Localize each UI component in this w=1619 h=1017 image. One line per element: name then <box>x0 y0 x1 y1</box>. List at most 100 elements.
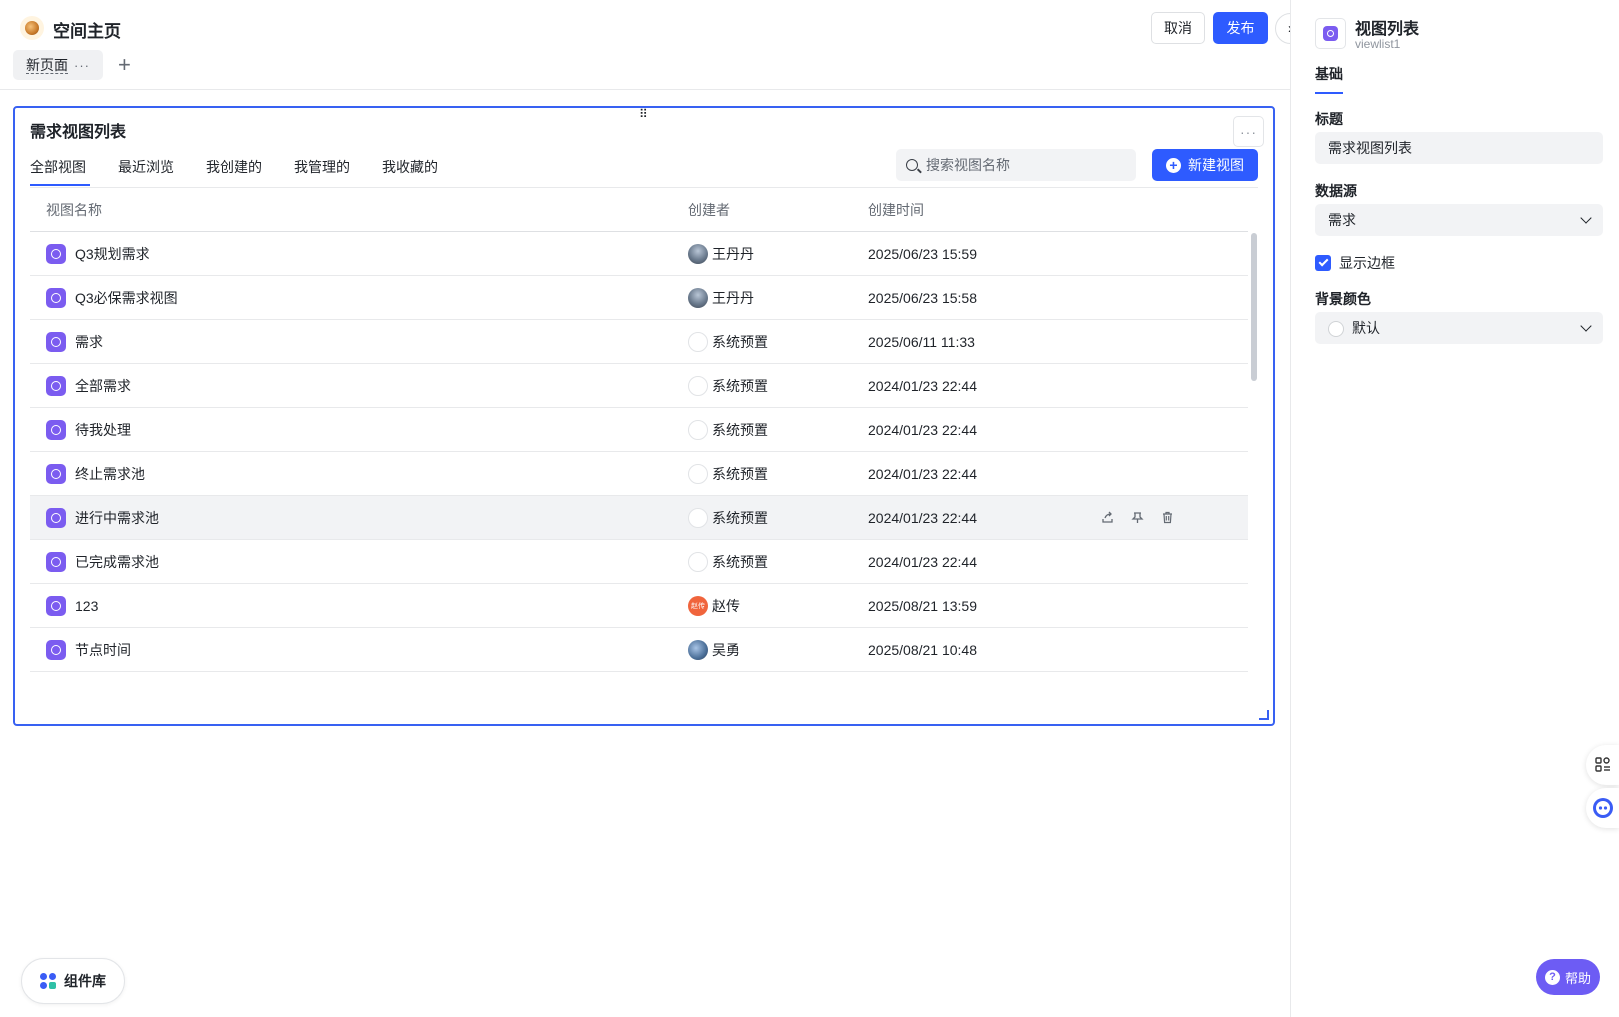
datasource-value: 需求 <box>1328 212 1356 228</box>
table-row[interactable]: 待我处理 系统预置 2024/01/23 22:44 <box>30 408 1248 452</box>
show-border-label: 显示边框 <box>1339 255 1395 271</box>
column-header-creator: 创建者 <box>688 201 730 218</box>
view-name-cell[interactable]: 需求 <box>30 331 688 352</box>
help-button[interactable]: ? 帮助 <box>1536 959 1600 995</box>
view-name-cell[interactable]: 节点时间 <box>30 639 688 660</box>
drag-handle-icon[interactable]: ⠿ <box>639 108 648 120</box>
assistant-float-button[interactable] <box>1586 788 1619 828</box>
page-tab[interactable]: 新页面 ··· <box>13 50 103 80</box>
bg-color-select[interactable]: 默认 <box>1315 312 1603 344</box>
share-icon[interactable] <box>1100 511 1114 525</box>
avatar <box>688 507 708 528</box>
publish-button[interactable]: 发布 <box>1213 12 1268 44</box>
view-name[interactable]: 终止需求池 <box>75 464 145 484</box>
card-title: 需求视图列表 <box>30 124 127 141</box>
table-row[interactable]: 全部需求 系统预置 2024/01/23 22:44 <box>30 364 1248 408</box>
table-row[interactable]: 123 赵传 赵传 2025/08/21 13:59 <box>30 584 1248 628</box>
table-scrollbar[interactable] <box>1251 233 1257 381</box>
tab-favorites[interactable]: 我收藏的 <box>382 148 438 186</box>
title-field[interactable]: 需求视图列表 <box>1315 132 1603 164</box>
view-name[interactable]: 待我处理 <box>75 420 131 440</box>
creator-name: 系统预置 <box>712 333 768 350</box>
delete-icon[interactable] <box>1160 511 1174 525</box>
new-view-label: 新建视图 <box>1188 157 1244 173</box>
title-field-label: 标题 <box>1315 111 1343 127</box>
tab-created-by-me[interactable]: 我创建的 <box>206 148 262 186</box>
creator-cell: 王丹丹 <box>688 287 868 308</box>
avatar <box>688 419 708 440</box>
column-header-name: 视图名称 <box>46 201 102 218</box>
help-icon: ? <box>1544 969 1560 985</box>
creator-name: 系统预置 <box>712 421 768 438</box>
tab-recent[interactable]: 最近浏览 <box>118 148 174 186</box>
table-row[interactable]: Q3必保需求视图 王丹丹 2025/06/23 15:58 <box>30 276 1248 320</box>
datasource-select[interactable]: 需求 <box>1315 204 1603 236</box>
tab-basic[interactable]: 基础 <box>1315 64 1343 94</box>
creator-cell: 系统预置 <box>688 551 868 572</box>
avatar: 赵传 <box>688 595 708 616</box>
creator-name: 吴勇 <box>712 641 740 658</box>
created-time: 2025/08/21 10:48 <box>868 641 977 658</box>
view-name-cell[interactable]: 进行中需求池 <box>30 507 688 528</box>
created-time: 2025/06/23 15:58 <box>868 289 977 306</box>
view-list-card[interactable]: ⠿ 需求视图列表 ··· 全部视图 最近浏览 我创建的 我管理的 我收藏的 搜索… <box>13 106 1275 726</box>
chevron-down-icon <box>1580 319 1592 332</box>
created-time: 2024/01/23 22:44 <box>868 553 977 570</box>
show-border-checkbox[interactable] <box>1315 255 1331 271</box>
view-name-cell[interactable]: 已完成需求池 <box>30 551 688 572</box>
view-name[interactable]: 全部需求 <box>75 376 131 396</box>
view-name-cell[interactable]: 123 <box>30 595 688 616</box>
search-input[interactable]: 搜索视图名称 <box>896 149 1136 181</box>
page-tab-label[interactable]: 新页面 <box>26 57 68 74</box>
view-name-cell[interactable]: 全部需求 <box>30 375 688 396</box>
view-name[interactable]: 节点时间 <box>75 640 131 660</box>
view-name-cell[interactable]: 终止需求池 <box>30 463 688 484</box>
table-row[interactable]: Q+1需求列表 2025/08/07 21:38 <box>30 672 1248 678</box>
creator-name: 赵传 <box>712 597 740 614</box>
page-tab-more-icon[interactable]: ··· <box>74 58 90 73</box>
apps-float-button[interactable] <box>1586 745 1619 785</box>
creator-cell: 系统预置 <box>688 507 868 528</box>
creator-cell: 王丹丹 <box>688 243 868 264</box>
view-name[interactable]: 需求 <box>75 332 103 352</box>
view-name-cell[interactable]: Q3规划需求 <box>30 243 688 264</box>
creator-name: 系统预置 <box>712 553 768 570</box>
table-row[interactable]: 需求 系统预置 2025/06/11 11:33 <box>30 320 1248 364</box>
view-name[interactable]: Q3规划需求 <box>75 244 150 264</box>
view-icon <box>46 463 66 484</box>
created-time: 2025/06/23 15:59 <box>868 245 977 262</box>
creator-cell: 赵传 赵传 <box>688 595 868 616</box>
add-page-icon[interactable]: + <box>118 52 131 78</box>
search-placeholder: 搜索视图名称 <box>926 157 1010 173</box>
table-row[interactable]: Q3规划需求 王丹丹 2025/06/23 15:59 <box>30 232 1248 276</box>
table-row[interactable]: 终止需求池 系统预置 2024/01/23 22:44 <box>30 452 1248 496</box>
view-name[interactable]: 已完成需求池 <box>75 552 159 572</box>
component-library-button[interactable]: 组件库 <box>21 958 125 1004</box>
view-name[interactable]: Q3必保需求视图 <box>75 288 178 308</box>
view-icon <box>46 639 66 660</box>
bg-color-label: 背景颜色 <box>1315 291 1371 307</box>
resize-handle-icon[interactable] <box>1259 710 1269 720</box>
table-row[interactable]: 节点时间 吴勇 2025/08/21 10:48 <box>30 628 1248 672</box>
view-icon <box>46 287 66 308</box>
view-name[interactable]: 进行中需求池 <box>75 508 159 528</box>
tab-all-views[interactable]: 全部视图 <box>30 148 90 186</box>
table-row[interactable]: 进行中需求池 系统预置 2024/01/23 22:44 <box>30 496 1248 540</box>
view-name[interactable]: 123 <box>75 598 98 614</box>
created-time: 2025/08/21 13:59 <box>868 597 977 614</box>
tab-managed-by-me[interactable]: 我管理的 <box>294 148 350 186</box>
row-actions <box>1088 511 1248 525</box>
view-name-cell[interactable]: 待我处理 <box>30 419 688 440</box>
creator-name: 王丹丹 <box>712 245 754 262</box>
avatar <box>688 243 708 264</box>
table-row[interactable]: 已完成需求池 系统预置 2024/01/23 22:44 <box>30 540 1248 584</box>
app: 空间主页 新页面 ··· + 取消 发布 › ⠿ 需求视图列表 ··· 全部视图… <box>0 0 1619 1017</box>
new-view-button[interactable]: + 新建视图 <box>1152 149 1258 181</box>
cancel-button[interactable]: 取消 <box>1151 12 1205 44</box>
chevron-down-icon <box>1580 211 1592 224</box>
view-name-cell[interactable]: Q3必保需求视图 <box>30 287 688 308</box>
show-border-option[interactable]: 显示边框 <box>1315 253 1395 273</box>
pin-icon[interactable] <box>1130 511 1144 525</box>
card-more-button[interactable]: ··· <box>1233 116 1264 147</box>
view-icon <box>46 419 66 440</box>
